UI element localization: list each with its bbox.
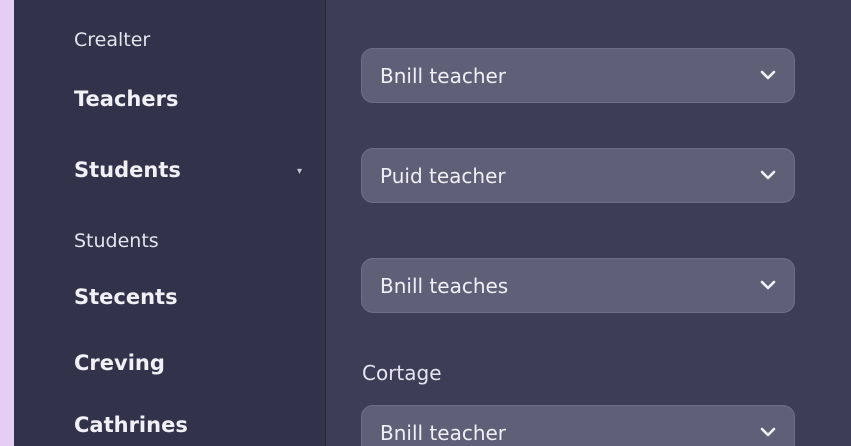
select-value: Bnill teacher <box>380 64 507 88</box>
main-panel: Bnill teacher Puid teacher Bnill teaches… <box>326 0 851 446</box>
sidebar-item-cathrines[interactable]: Cathrines <box>74 413 188 437</box>
sidebar-item-students[interactable]: Students <box>74 158 181 182</box>
chevron-down-icon[interactable]: ▾ <box>297 166 302 177</box>
sidebar-item-students-sub[interactable]: Students <box>74 230 159 252</box>
teacher-select-1[interactable]: Bnill teacher <box>361 48 795 103</box>
app-window: Crealter Teachers Students ▾ Students St… <box>14 0 851 446</box>
sidebar-item-teachers[interactable]: Teachers <box>74 87 178 111</box>
select-value: Puid teacher <box>380 164 506 188</box>
chevron-down-icon <box>760 427 776 437</box>
chevron-down-icon <box>760 170 776 180</box>
teacher-select-4[interactable]: Bnill teacher <box>361 405 795 446</box>
select-value: Bnill teacher <box>380 421 507 445</box>
teacher-select-3[interactable]: Bnill teaches <box>361 258 795 313</box>
teacher-select-2[interactable]: Puid teacher <box>361 148 795 203</box>
sidebar-item-stecents[interactable]: Stecents <box>74 285 178 309</box>
sidebar-item-crealter[interactable]: Crealter <box>74 29 150 51</box>
chevron-down-icon <box>760 280 776 290</box>
sidebar-item-creving[interactable]: Creving <box>74 351 165 375</box>
chevron-down-icon <box>760 70 776 80</box>
select-value: Bnill teaches <box>380 274 509 298</box>
field-label-cortage: Cortage <box>362 361 442 385</box>
sidebar: Crealter Teachers Students ▾ Students St… <box>14 0 326 446</box>
